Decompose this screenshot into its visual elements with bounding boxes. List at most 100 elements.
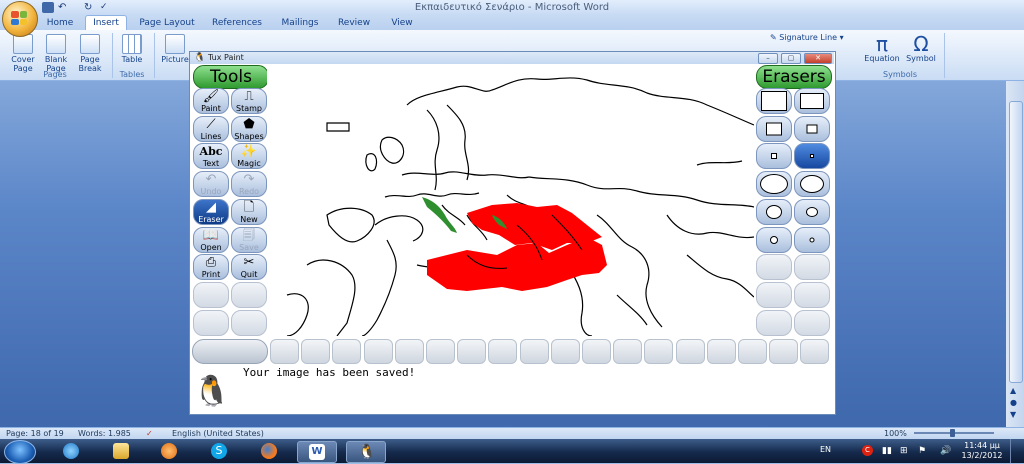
show-desktop-button[interactable] — [1010, 439, 1024, 463]
vertical-scrollbar[interactable] — [1006, 81, 1024, 427]
color-slot[interactable] — [457, 339, 487, 364]
clock[interactable]: 11:44 μμ 13/2/2012 — [960, 441, 1004, 461]
tab-home[interactable]: Home — [42, 17, 78, 29]
color-slot[interactable] — [550, 339, 580, 364]
minimize-button[interactable]: – — [758, 53, 778, 64]
tool-undo-button[interactable]: ↶ Undo — [193, 171, 229, 198]
tool-empty-slot — [231, 309, 267, 336]
tab-insert[interactable]: Insert — [85, 15, 127, 31]
tab-review[interactable]: Review — [334, 17, 374, 29]
eraser-size-button[interactable] — [794, 115, 830, 142]
eraser-size-button[interactable] — [756, 171, 792, 198]
prev-page-icon[interactable]: ▲ — [1010, 386, 1016, 395]
taskbar-tux-paint[interactable]: 🐧 — [346, 441, 386, 463]
spelling-icon[interactable]: ✓ — [100, 2, 112, 13]
eraser-size-button[interactable] — [756, 115, 792, 142]
color-slot[interactable] — [675, 339, 705, 364]
maximize-button[interactable]: ▢ — [781, 53, 801, 64]
eraser-size-button[interactable] — [794, 143, 830, 170]
color-slot[interactable] — [394, 339, 424, 364]
color-slot[interactable] — [800, 339, 830, 364]
taskbar-media-player[interactable] — [150, 441, 188, 461]
tool-eraser-button[interactable]: ◢ Eraser — [193, 198, 229, 225]
zoom-level[interactable]: 100% — [884, 428, 907, 439]
page-break-button[interactable]: Page Break — [74, 34, 106, 73]
color-slot[interactable] — [706, 339, 736, 364]
save-icon[interactable] — [42, 2, 54, 13]
table-button[interactable]: Table — [116, 34, 148, 64]
scrollbar-thumb[interactable] — [1009, 101, 1023, 383]
tux-paint-icon: 🐧 — [358, 444, 376, 460]
tool-open-button[interactable]: 📖 Open — [193, 226, 229, 253]
taskbar-skype[interactable]: S — [200, 441, 238, 461]
eraser-size-button[interactable] — [794, 198, 830, 225]
tool-redo-button[interactable]: ↷ Redo — [231, 171, 267, 198]
tool-print-button[interactable]: ⎙ Print — [193, 254, 229, 281]
equation-button[interactable]: π Equation — [862, 34, 902, 63]
magic-icon: ✨ — [240, 144, 258, 160]
blank-page-button[interactable]: Blank Page — [40, 34, 72, 73]
current-color-swatch[interactable] — [192, 339, 268, 364]
redo-icon[interactable]: ↻ — [84, 2, 96, 13]
color-slot[interactable] — [738, 339, 767, 364]
flag-icon[interactable]: ⚑ — [918, 446, 926, 456]
tool-save-button[interactable]: 🗐 Save — [231, 226, 267, 253]
cover-page-button[interactable]: Cover Page — [6, 34, 40, 73]
antivirus-icon[interactable]: C — [862, 445, 873, 456]
color-slot[interactable] — [613, 339, 643, 364]
color-slot[interactable] — [332, 339, 362, 364]
tool-shapes-button[interactable]: ⬟ Shapes — [231, 115, 267, 142]
tool-text-button[interactable]: Abc Text — [193, 143, 229, 170]
tool-magic-button[interactable]: ✨ Magic — [231, 143, 267, 170]
color-slot[interactable] — [363, 339, 393, 364]
next-page-icon[interactable]: ▼ — [1010, 410, 1016, 419]
taskbar-firefox[interactable] — [250, 441, 288, 461]
language-indicator[interactable]: EN — [820, 445, 831, 454]
proofing-icon[interactable]: ✓ — [146, 428, 153, 439]
color-slot[interactable] — [644, 339, 674, 364]
tab-mailings[interactable]: Mailings — [277, 17, 323, 29]
eraser-size-button[interactable] — [756, 198, 792, 225]
taskbar-explorer[interactable] — [102, 441, 140, 461]
tool-paint-button[interactable]: 🖌 Paint — [193, 88, 229, 114]
tab-view[interactable]: View — [384, 17, 420, 29]
color-slot[interactable] — [270, 339, 299, 364]
eraser-size-button[interactable] — [756, 226, 792, 253]
office-button[interactable] — [2, 1, 38, 37]
tool-lines-button[interactable]: ⟋ Lines — [193, 115, 229, 142]
volume-icon[interactable]: 🔊 — [940, 446, 951, 456]
tool-new-button[interactable]: 🗋 New — [231, 198, 267, 225]
tab-page-layout[interactable]: Page Layout — [136, 17, 198, 29]
eraser-size-button[interactable] — [794, 226, 830, 253]
color-slot[interactable] — [769, 339, 799, 364]
color-slot[interactable] — [519, 339, 549, 364]
undo-icon[interactable]: ↶ — [58, 2, 70, 13]
picture-button[interactable]: Picture — [158, 34, 192, 64]
start-button[interactable] — [4, 440, 36, 464]
eraser-size-button[interactable] — [756, 88, 792, 114]
close-button[interactable]: ✕ — [804, 53, 832, 64]
language-status[interactable]: English (United States) — [172, 428, 264, 439]
eraser-size-button[interactable] — [756, 143, 792, 170]
page-count[interactable]: Page: 18 of 19 — [6, 428, 64, 439]
signature-line-button[interactable]: ✎ Signature Line ▾ — [770, 33, 844, 42]
color-slot[interactable] — [301, 339, 331, 364]
network-icon[interactable]: ⊞ — [900, 446, 908, 456]
zoom-slider-thumb[interactable] — [950, 429, 955, 437]
browse-object-icon[interactable]: ● — [1010, 398, 1017, 407]
word-count[interactable]: Words: 1.985 — [78, 428, 131, 439]
color-slot[interactable] — [488, 339, 518, 364]
drawing-canvas[interactable] — [267, 65, 754, 336]
eraser-size-button[interactable] — [794, 88, 830, 114]
taskbar-word[interactable]: W — [297, 441, 337, 463]
color-slot[interactable] — [426, 339, 455, 364]
tool-stamp-button[interactable]: ⎍ Stamp — [231, 88, 267, 114]
taskbar-ie[interactable] — [52, 441, 90, 461]
tab-references[interactable]: References — [209, 17, 265, 29]
eraser-size-button[interactable] — [794, 171, 830, 198]
color-slot[interactable] — [582, 339, 611, 364]
media-player-icon — [161, 443, 177, 459]
signal-icon[interactable]: ▮▮ — [882, 446, 892, 456]
symbol-button[interactable]: Ω Symbol — [902, 34, 940, 63]
tool-quit-button[interactable]: ✂ Quit — [231, 254, 267, 281]
